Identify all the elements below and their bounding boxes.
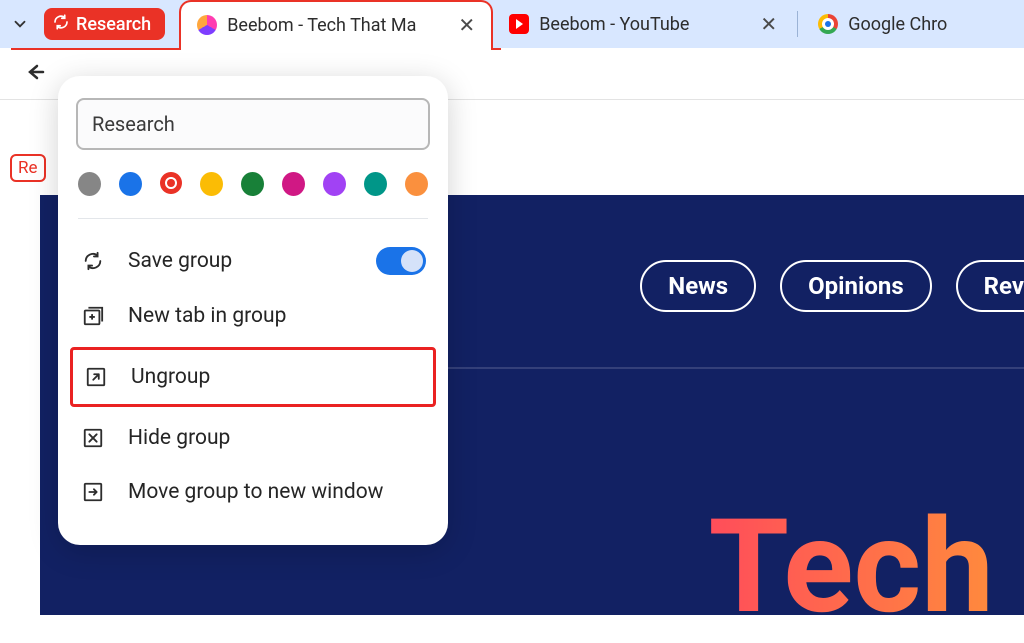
menu-ungroup[interactable]: Ungroup [70, 347, 436, 407]
beebom-favicon [197, 15, 217, 35]
nav-pill-opinions[interactable]: Opinions [780, 260, 932, 312]
color-swatch-row [78, 172, 428, 219]
tab-strip: Research Beebom - Tech That Ma ✕ Beebom … [0, 0, 1024, 48]
tab-active[interactable]: Beebom - Tech That Ma ✕ [179, 0, 493, 48]
close-icon[interactable]: ✕ [760, 12, 777, 36]
hide-icon [80, 425, 106, 451]
group-name-input[interactable] [76, 98, 430, 150]
menu-move-group[interactable]: Move group to new window [76, 465, 430, 519]
sync-icon [80, 248, 106, 274]
swatch-purple[interactable] [323, 172, 346, 196]
move-window-icon [80, 479, 106, 505]
youtube-favicon [509, 14, 529, 34]
group-chip-bookmarkbar[interactable]: Re [10, 154, 46, 182]
tab-youtube[interactable]: Beebom - YouTube ✕ [493, 0, 793, 48]
swatch-green[interactable] [241, 172, 264, 196]
tab-title: Beebom - YouTube [539, 14, 750, 35]
group-chip-label: Research [76, 14, 151, 35]
swatch-orange[interactable] [405, 172, 428, 196]
tab-title: Google Chro [848, 14, 947, 35]
chrome-favicon [818, 14, 838, 34]
swatch-yellow[interactable] [200, 172, 223, 196]
tab-group-chip[interactable]: Research [44, 8, 165, 40]
menu-new-tab[interactable]: New tab in group [76, 289, 430, 343]
swatch-blue[interactable] [119, 172, 142, 196]
hero-divider [440, 367, 1024, 369]
menu-save-group[interactable]: Save group [76, 233, 430, 289]
back-arrow-icon[interactable] [22, 60, 46, 88]
nav-pill-reviews[interactable]: Rev [956, 260, 1024, 312]
new-tab-icon [80, 303, 106, 329]
menu-label: New tab in group [128, 304, 286, 328]
swatch-red-selected[interactable] [160, 172, 182, 194]
swatch-pink[interactable] [282, 172, 305, 196]
hero-big-text: Tech [709, 490, 994, 643]
menu-hide-group[interactable]: Hide group [76, 411, 430, 465]
ungroup-icon [83, 364, 109, 390]
menu-label: Hide group [128, 426, 230, 450]
sync-icon [52, 13, 70, 36]
hero-nav: News Opinions Rev [640, 260, 1024, 312]
menu-label: Ungroup [131, 365, 210, 389]
tab-search-caret[interactable] [6, 10, 34, 38]
nav-pill-news[interactable]: News [640, 260, 756, 312]
tab-title: Beebom - Tech That Ma [227, 15, 448, 36]
tabgroup-context-menu: Save group New tab in group Ungroup Hide… [58, 76, 448, 545]
tab-chrome[interactable]: Google Chro [802, 0, 972, 48]
swatch-teal[interactable] [364, 172, 387, 196]
menu-label: Move group to new window [128, 480, 383, 504]
menu-label: Save group [128, 249, 232, 273]
close-icon[interactable]: ✕ [458, 13, 475, 37]
tab-separator [797, 11, 798, 37]
save-group-toggle[interactable] [376, 247, 426, 275]
swatch-grey[interactable] [78, 172, 101, 196]
